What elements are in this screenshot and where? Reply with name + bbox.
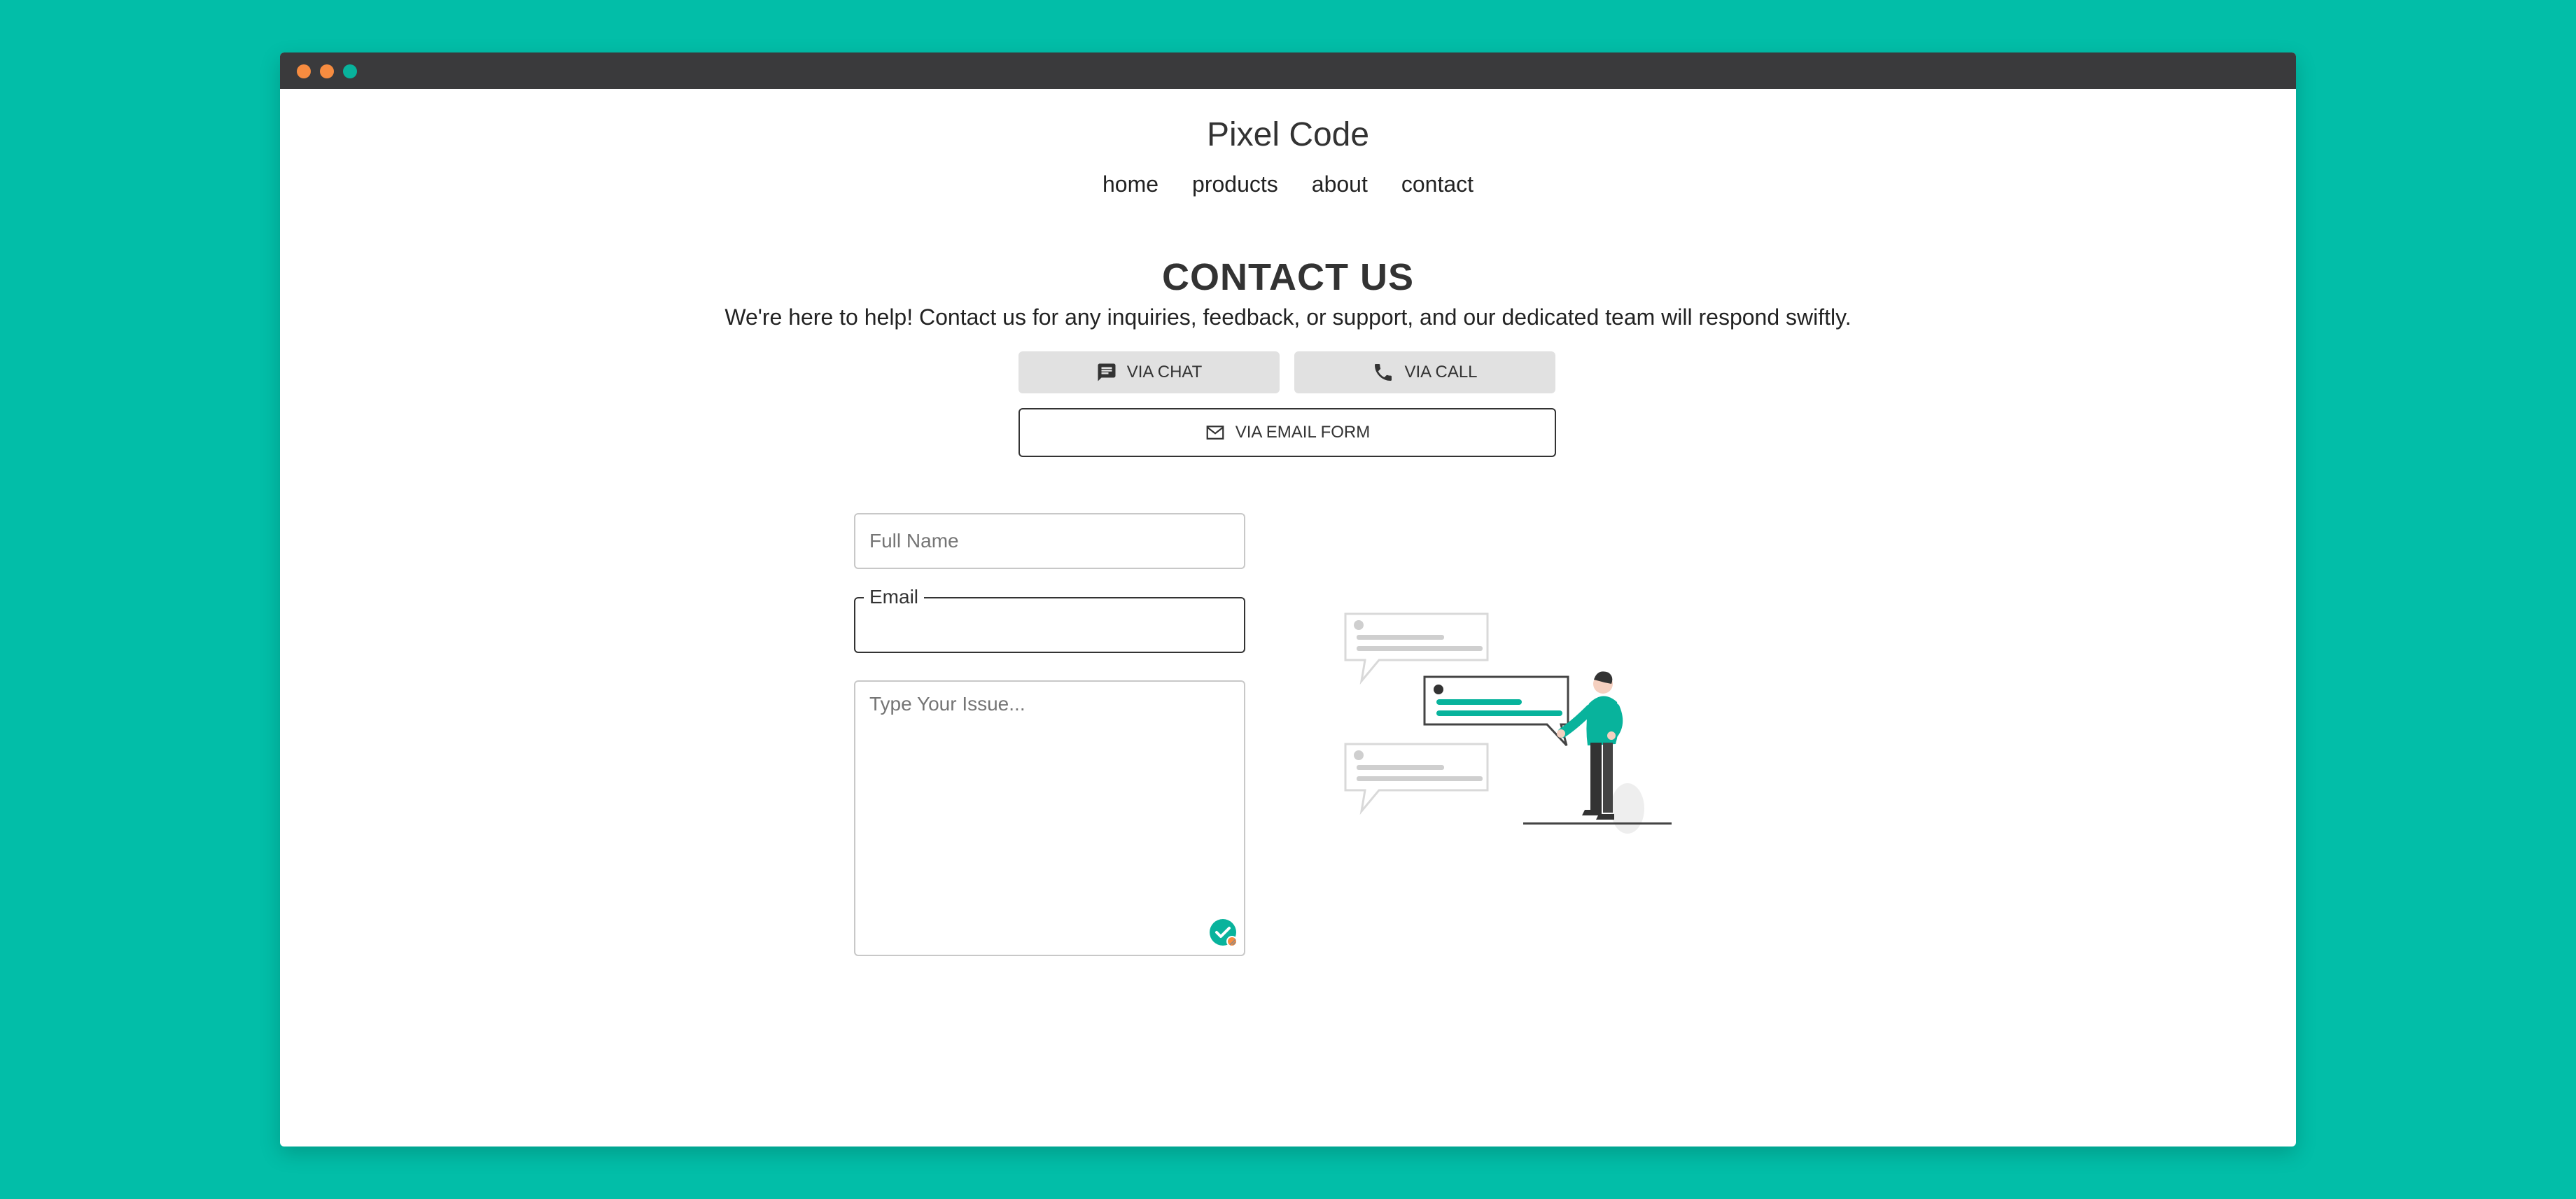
via-chat-label: VIA CHAT: [1126, 363, 1203, 381]
browser-window: Pixel Code home products about contact C…: [280, 52, 2296, 1147]
via-call-button[interactable]: VIA CALL: [1294, 351, 1555, 393]
issue-textarea[interactable]: [855, 682, 1244, 955]
minimize-window-button[interactable]: [320, 64, 334, 78]
via-call-label: VIA CALL: [1404, 363, 1478, 381]
highlighted-chat-bubble-illustration: [1423, 675, 1569, 747]
via-email-form-label: VIA EMAIL FORM: [1235, 423, 1371, 442]
phone-icon: [1372, 361, 1394, 384]
chat-icon: [1096, 362, 1117, 383]
nav-home-link[interactable]: home: [1102, 171, 1158, 197]
via-chat-button[interactable]: VIA CHAT: [1018, 351, 1280, 393]
chat-bubble-illustration: [1344, 612, 1489, 685]
page-heading: CONTACT US: [1162, 256, 1414, 298]
issue-field[interactable]: [854, 680, 1245, 956]
via-email-form-button[interactable]: VIA EMAIL FORM: [1018, 408, 1556, 457]
chat-bubble-illustration-2: [1344, 743, 1489, 815]
full-name-input[interactable]: [855, 514, 1244, 568]
nav-about-link[interactable]: about: [1312, 171, 1368, 197]
page-description: We're here to help! Contact us for any i…: [724, 304, 1851, 330]
email-field[interactable]: Email: [854, 586, 1245, 653]
grammar-check-icon[interactable]: [1209, 918, 1237, 946]
nav-products-link[interactable]: products: [1192, 171, 1278, 197]
nav-contact-link[interactable]: contact: [1401, 171, 1474, 197]
main-nav: home products about contact: [280, 171, 2296, 197]
support-chat-illustration: [1344, 612, 1672, 834]
mail-icon: [1205, 422, 1226, 443]
email-label: Email: [864, 586, 925, 608]
maximize-window-button[interactable]: [343, 64, 357, 78]
site-title: Pixel Code: [1206, 116, 1370, 153]
full-name-field[interactable]: [854, 513, 1245, 569]
close-window-button[interactable]: [297, 64, 311, 78]
title-bar: [280, 52, 2296, 89]
